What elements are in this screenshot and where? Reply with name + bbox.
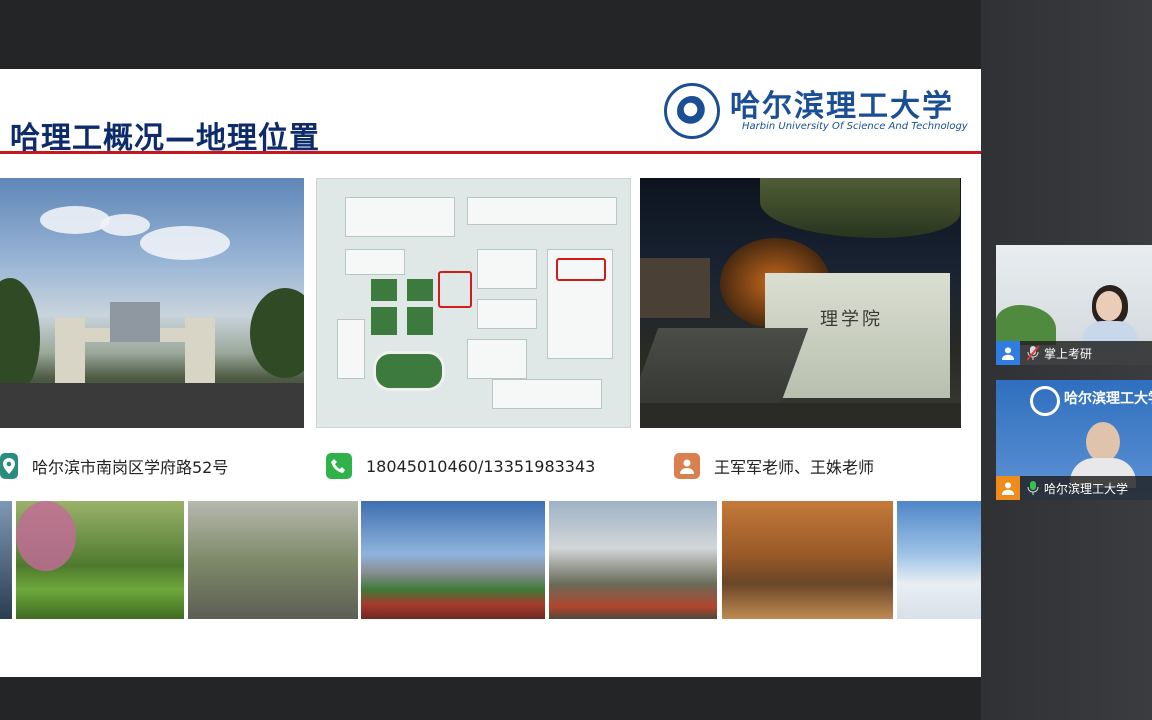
campus-gate-photo [0, 178, 304, 428]
campus-photo [897, 501, 981, 619]
university-emblem-icon [1030, 386, 1060, 416]
campus-photo [361, 501, 545, 619]
map-highlight-box [556, 258, 606, 281]
title-divider [0, 151, 981, 154]
location-pin-icon [0, 453, 18, 479]
science-college-photo: 理学院 [640, 178, 961, 428]
phone-contact: 18045010460/13351983343 [326, 452, 595, 480]
person-icon [674, 453, 700, 479]
participant-name: 掌上考研 [1044, 346, 1093, 361]
presentation-slide: 哈理工概况—地理位置 哈尔滨理工大学 Harbin University Of … [0, 69, 981, 677]
campus-photo [549, 501, 717, 619]
university-logo: 哈尔滨理工大学 Harbin University Of Science And… [664, 81, 968, 143]
mic-icon[interactable] [1026, 479, 1040, 497]
participant-name: 哈尔滨理工大学 [1044, 481, 1129, 496]
address-text: 哈尔滨市南岗区学府路52号 [32, 458, 229, 477]
mic-muted-icon[interactable] [1026, 344, 1040, 362]
teacher-contact: 王军军老师、王姝老师 [674, 452, 874, 480]
participant-video-tile[interactable]: 掌上考研 [996, 245, 1152, 365]
person-icon [996, 341, 1020, 365]
shared-screen-area: 哈理工概况—地理位置 哈尔滨理工大学 Harbin University Of … [0, 0, 981, 720]
campus-photo [0, 501, 12, 619]
logo-name-cn: 哈尔滨理工大学 [730, 89, 954, 124]
teacher-text: 王军军老师、王姝老师 [714, 458, 875, 477]
university-emblem-icon [664, 83, 720, 139]
participant-video-tile[interactable]: 哈尔滨理工大学 哈尔滨理工大学 [996, 380, 1152, 500]
logo-name-en: Harbin University Of Science And Technol… [742, 121, 968, 132]
phone-icon [326, 453, 352, 479]
campus-photo [722, 501, 893, 619]
participant-name-bar: 哈尔滨理工大学 [996, 476, 1152, 500]
campus-map [316, 178, 631, 428]
person-icon [996, 476, 1020, 500]
campus-photo [188, 501, 358, 619]
map-highlight-box [438, 271, 472, 308]
college-sign: 理学院 [820, 309, 883, 330]
background-logo-text: 哈尔滨理工大学 [1064, 391, 1152, 407]
address-contact: 哈尔滨市南岗区学府路52号 [0, 452, 228, 480]
phone-text: 18045010460/13351983343 [366, 456, 596, 476]
campus-photo [16, 501, 184, 619]
participant-name-bar: 掌上考研 [996, 341, 1152, 365]
